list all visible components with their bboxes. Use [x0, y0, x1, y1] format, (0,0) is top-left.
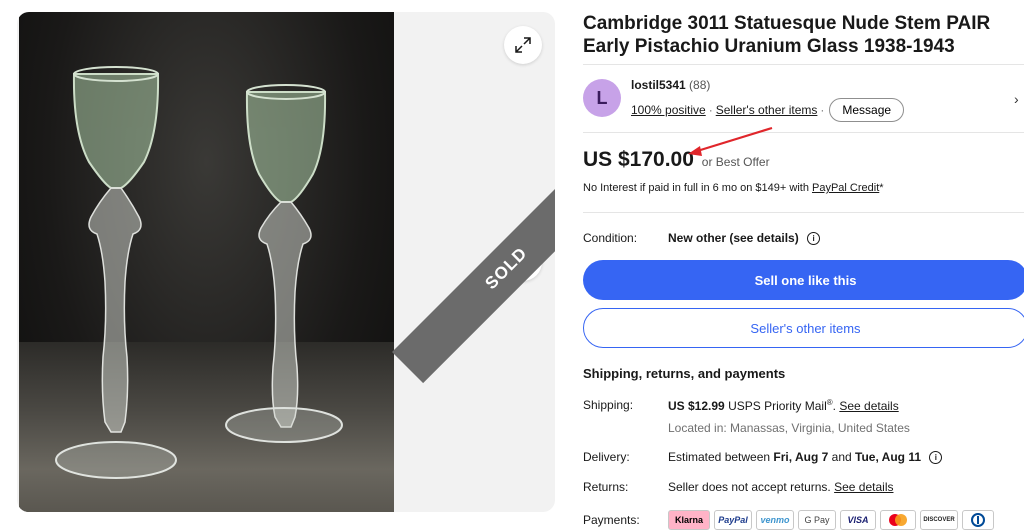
delivery-end-date: Tue, Aug 11 [855, 450, 922, 464]
returns-label: Returns: [583, 480, 629, 494]
main-product-photo[interactable] [19, 12, 394, 512]
financing-note: No Interest if paid in full in 6 mo on $… [583, 182, 884, 194]
paypal-logo: PayPal [714, 510, 752, 530]
shipping-label: Shipping: [583, 398, 634, 412]
sell-one-like-this-button[interactable]: Sell one like this [583, 260, 1024, 300]
seller-chevron-icon[interactable]: › [1014, 91, 1019, 107]
delivery-start-date: Fri, Aug 7 [773, 450, 829, 464]
seller-links: 100% positive · Seller's other items · M… [631, 98, 905, 122]
info-icon[interactable]: i [929, 451, 943, 465]
price-amount: US $170.00 [583, 148, 694, 171]
delivery-and: and [831, 450, 852, 464]
returns-value-row: Seller does not accept returns. See deta… [668, 480, 893, 494]
klarna-logo: Klarna [668, 510, 710, 530]
returns-policy: Seller does not accept returns. [668, 480, 831, 494]
seller-name[interactable]: lostil5341 [631, 78, 686, 92]
venmo-logo: venmo [756, 510, 794, 530]
glasses-illustration [55, 66, 343, 479]
info-icon[interactable]: i [807, 232, 821, 246]
seller-feedback-count: (88) [689, 78, 711, 92]
discover-logo: DISCOVER [920, 510, 958, 530]
expand-button[interactable] [504, 26, 542, 64]
separator-dot: · [708, 103, 713, 117]
left-glass [55, 66, 177, 479]
shipping-service: USPS Priority Mail [728, 399, 827, 413]
condition-value[interactable]: New other (see details) [668, 231, 799, 245]
sold-ribbon: SOLD [392, 154, 555, 384]
item-location: Located in: Manassas, Virginia, United S… [668, 421, 910, 435]
paypal-credit-link[interactable]: PayPal Credit [812, 182, 879, 194]
delivery-label: Delivery: [583, 450, 630, 464]
registered-mark: ® [826, 398, 833, 407]
financing-text: No Interest if paid in full in 6 mo on $… [583, 182, 809, 194]
shipping-cost: US $12.99 [668, 399, 725, 413]
seller-other-items-link[interactable]: Seller's other items [716, 103, 818, 117]
delivery-prefix: Estimated between [668, 450, 771, 464]
condition-value-row: New other (see details) i [668, 231, 821, 246]
mastercard-logo [880, 510, 916, 530]
listing-title: Cambridge 3011 Statuesque Nude Stem PAIR… [583, 13, 991, 57]
diners-club-logo [962, 510, 994, 530]
separator-dot: · [820, 103, 825, 117]
payments-label: Payments: [583, 513, 640, 527]
visa-logo: VISA [840, 510, 876, 530]
seller-avatar[interactable]: L [583, 79, 621, 117]
red-arrow-annotation [688, 126, 773, 156]
google-pay-logo: G Pay [798, 510, 836, 530]
message-seller-button[interactable]: Message [829, 98, 905, 122]
shipping-details-link[interactable]: See details [839, 399, 898, 413]
financing-asterisk: * [879, 182, 884, 194]
divider [583, 212, 1024, 213]
payment-methods: Klarna PayPal venmo G Pay VISA DISCOVER [668, 510, 994, 530]
right-glass [225, 84, 343, 443]
sold-ribbon-label: SOLD [481, 243, 532, 294]
expand-icon [515, 37, 531, 53]
mastercard-icon [889, 514, 907, 526]
sellers-other-label: Seller's other items [750, 320, 861, 336]
positive-feedback-link[interactable]: 100% positive [631, 103, 706, 117]
returns-details-link[interactable]: See details [834, 480, 893, 494]
diners-club-icon [971, 513, 985, 527]
divider [583, 64, 1024, 65]
avatar-letter: L [596, 87, 608, 108]
delivery-value-row: Estimated between Fri, Aug 7 and Tue, Au… [668, 450, 943, 465]
divider [583, 132, 1024, 133]
sell-one-label: Sell one like this [754, 272, 857, 288]
sellers-other-items-button[interactable]: Seller's other items [583, 308, 1024, 348]
shipping-section-heading: Shipping, returns, and payments [583, 366, 786, 381]
image-gallery: SOLD [17, 12, 555, 512]
shipping-value-row: US $12.99 USPS Priority Mail®. See detai… [668, 398, 899, 413]
seller-info[interactable]: lostil5341 (88) [631, 78, 710, 92]
condition-label: Condition: [583, 231, 638, 245]
